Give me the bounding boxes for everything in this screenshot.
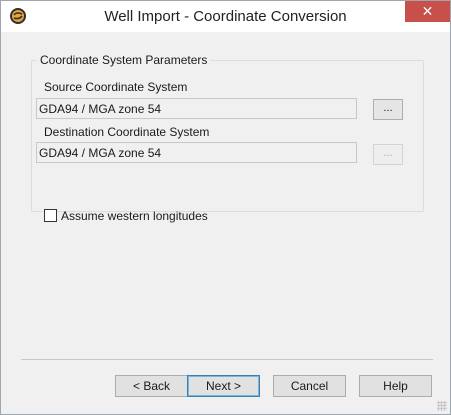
source-browse-button[interactable]: ...	[373, 99, 403, 120]
assume-western-label[interactable]: Assume western longitudes	[61, 209, 208, 223]
back-button[interactable]: < Back	[115, 375, 188, 397]
separator	[21, 359, 433, 360]
help-button[interactable]: Help	[359, 375, 432, 397]
dialog-body: Coordinate System Parameters Source Coor…	[9, 32, 442, 405]
destination-label: Destination Coordinate System	[44, 125, 210, 139]
destination-browse-button[interactable]: ...	[373, 144, 403, 165]
window-title: Well Import - Coordinate Conversion	[104, 8, 347, 25]
destination-coordinate-field[interactable]: GDA94 / MGA zone 54	[36, 142, 357, 163]
title-bar[interactable]: Well Import - Coordinate Conversion ✕	[1, 1, 450, 32]
source-label: Source Coordinate System	[44, 80, 188, 94]
source-coordinate-field[interactable]: GDA94 / MGA zone 54	[36, 98, 357, 119]
dialog-window: Well Import - Coordinate Conversion ✕ Co…	[0, 0, 451, 415]
coordinate-parameters-group: Coordinate System Parameters Source Coor…	[31, 53, 424, 223]
close-button[interactable]: ✕	[405, 1, 450, 22]
cancel-button[interactable]: Cancel	[273, 375, 346, 397]
assume-western-checkbox[interactable]	[44, 209, 57, 222]
resize-grip-icon[interactable]	[437, 401, 447, 411]
next-button[interactable]: Next >	[187, 375, 260, 397]
group-title: Coordinate System Parameters	[37, 53, 211, 67]
